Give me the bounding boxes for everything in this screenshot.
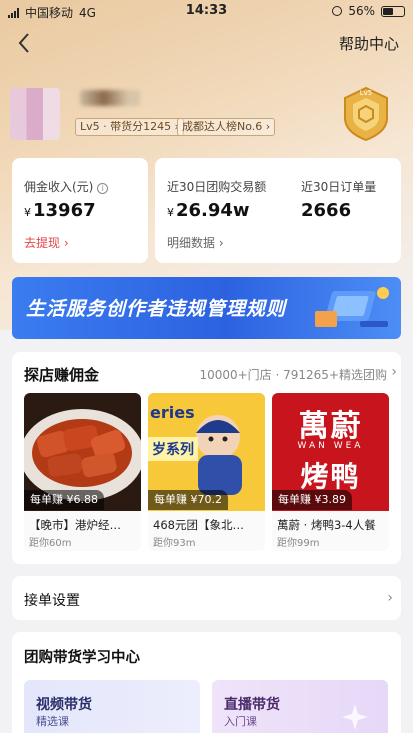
- chevron-right-icon[interactable]: ›: [391, 364, 397, 380]
- status-bar: 中国移动 4G 14:33 56%: [0, 0, 413, 22]
- level-score-text: Lv5 · 带货分1245: [80, 120, 172, 133]
- order-settings-title: 接单设置: [24, 593, 80, 609]
- sales-card: 近30日团购交易额 ¥26.94w 近30日订单量 2666 明细数据 ›: [155, 158, 401, 263]
- ranking-tag[interactable]: 成都达人榜No.6 ›: [177, 118, 276, 136]
- orders-value: 2666: [301, 200, 352, 221]
- withdraw-text: 去提现: [24, 236, 61, 250]
- user-name-blurred: [80, 90, 140, 106]
- shop-image: 萬蔚 WAN WEA 烤鸭 每单赚 ¥3.89: [272, 393, 389, 511]
- shop-distance: 距你93m: [153, 538, 196, 549]
- chevron-right-icon[interactable]: ›: [387, 590, 393, 606]
- banner-illustration: [315, 287, 389, 327]
- earn-per-order: 每单赚 ¥6.88: [24, 490, 104, 510]
- level-badge-icon: Lv5: [337, 84, 395, 142]
- orientation-lock-icon: [332, 6, 343, 16]
- gmv-value: ¥26.94w: [167, 200, 250, 221]
- course-subtitle: 精选课: [36, 715, 69, 728]
- earn-per-order: 每单赚 ¥3.89: [272, 490, 352, 510]
- commission-value: ¥13967: [24, 200, 96, 221]
- help-center-link[interactable]: 帮助中心: [339, 33, 399, 54]
- battery-fill: [383, 7, 393, 15]
- back-button[interactable]: [14, 30, 36, 56]
- shop-name: 萬蔚 · 烤鸭3-4人餐: [277, 518, 376, 532]
- detail-data-link[interactable]: 明细数据 ›: [167, 234, 224, 251]
- course-title: 视频带货: [36, 697, 92, 713]
- battery-percent: 56%: [348, 4, 375, 18]
- earn-per-order: 每单赚 ¥70.2: [148, 490, 228, 510]
- shop-card[interactable]: 每单赚 ¥6.88 【晚市】港炉经… 距你60m: [24, 393, 141, 551]
- sparkle-icon: [342, 704, 368, 730]
- withdraw-link[interactable]: 去提现 ›: [24, 234, 69, 251]
- shop-name: 【晚市】港炉经…: [29, 518, 121, 532]
- shop-distance: 距你60m: [29, 538, 72, 549]
- shop-name: 468元团【象北…: [153, 518, 244, 532]
- shop-card[interactable]: 萬蔚 WAN WEA 烤鸭 每单赚 ¥3.89 萬蔚 · 烤鸭3-4人餐 距你9…: [272, 393, 389, 551]
- currency-symbol: ¥: [24, 206, 31, 219]
- avatar[interactable]: [10, 88, 60, 140]
- course-card-live[interactable]: 直播带货 入门课: [212, 680, 388, 733]
- shop-image: eries 岁系列 每单赚 ¥70.2: [148, 393, 265, 511]
- ranking-text: 成都达人榜No.6: [182, 120, 263, 133]
- currency-symbol: ¥: [167, 206, 174, 219]
- brand-line-3: 烤鸭: [300, 460, 361, 493]
- rules-banner[interactable]: 生活服务创作者违规管理规则: [12, 277, 401, 339]
- level-score-tag[interactable]: Lv5 · 带货分1245 ›: [75, 118, 185, 136]
- commission-card: 佣金收入(元) i ¥13967 去提现 ›: [12, 158, 148, 263]
- badge-level-text: Lv5: [360, 89, 373, 97]
- banner-title: 生活服务创作者违规管理规则: [26, 298, 287, 320]
- shop-section-title: 探店赚佣金: [24, 366, 100, 384]
- shop-section-subtitle[interactable]: 10000+门店 · 791265+精选团购: [199, 366, 387, 383]
- commission-label-text: 佣金收入(元): [24, 180, 94, 194]
- course-card-video[interactable]: 视频带货 精选课: [24, 680, 200, 733]
- promo-text-top: eries: [150, 403, 195, 422]
- learning-center-title: 团购带货学习中心: [24, 650, 140, 666]
- chevron-left-icon: [18, 33, 29, 53]
- gmv-label: 近30日团购交易额: [167, 180, 267, 194]
- battery-icon: [381, 5, 405, 17]
- brand-line-2: WAN WEA: [297, 441, 364, 451]
- shop-card[interactable]: eries 岁系列 每单赚 ¥70.2 468元团【象北… 距你93m: [148, 393, 265, 551]
- detail-data-text: 明细数据: [167, 236, 216, 250]
- commission-label: 佣金收入(元) i: [24, 178, 109, 195]
- orders-label: 近30日订单量: [301, 180, 377, 194]
- commission-amount: 13967: [33, 200, 96, 221]
- gmv-amount: 26.94w: [176, 200, 250, 221]
- brand-line-1: 萬蔚: [298, 409, 363, 444]
- course-subtitle: 入门课: [224, 715, 257, 728]
- shop-image: 每单赚 ¥6.88: [24, 393, 141, 511]
- course-title: 直播带货: [224, 697, 280, 713]
- shop-distance: 距你99m: [277, 538, 320, 549]
- info-icon[interactable]: i: [97, 183, 109, 194]
- promo-text-mid: 岁系列: [148, 437, 198, 461]
